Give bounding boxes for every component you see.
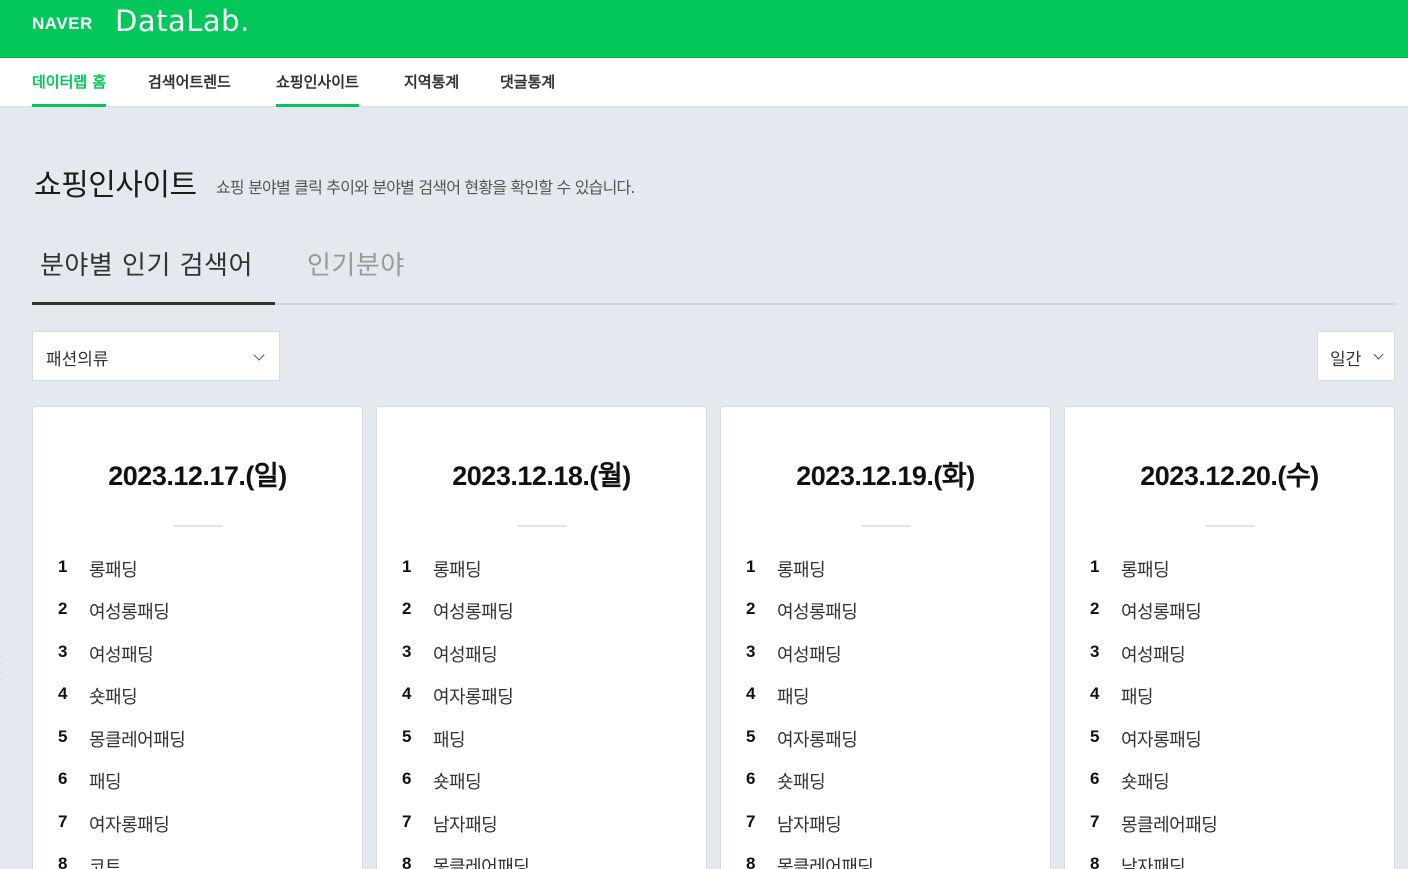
rank-keyword[interactable]: 여성롱패딩 <box>433 598 514 624</box>
rank-number: 6 <box>1090 769 1100 788</box>
rank-number: 2 <box>746 599 756 618</box>
rank-number: 1 <box>402 557 412 576</box>
rank-number: 1 <box>746 557 756 576</box>
rank-keyword[interactable]: 롱패딩 <box>433 556 482 582</box>
period-select-value: 일간 <box>1330 350 1362 370</box>
rank-keyword[interactable]: 숏패딩 <box>89 683 138 709</box>
rank-keyword[interactable]: 코트 <box>89 853 122 869</box>
rank-number: 7 <box>746 812 756 831</box>
main-nav: 데이터랩 홈 검색어트렌드 쇼핑인사이트 지역통계 댓글통계 <box>0 58 1408 107</box>
rank-number: 8 <box>746 854 756 869</box>
rank-keyword[interactable]: 여성롱패딩 <box>89 598 170 624</box>
card-divider <box>861 525 911 527</box>
category-select-value: 패션의류 <box>46 350 109 370</box>
rank-number: 6 <box>58 769 68 788</box>
period-select[interactable]: 일간 <box>1317 331 1395 381</box>
page-description: 쇼핑 분야별 클릭 추이와 분야별 검색어 현황을 확인할 수 있습니다. <box>216 178 636 197</box>
rank-number: 8 <box>402 854 412 869</box>
rank-number: 2 <box>58 599 68 618</box>
chevron-down-icon <box>253 349 265 361</box>
datalab-logo[interactable]: DataLab. <box>115 4 250 38</box>
card-date: 2023.12.18.(월) <box>452 461 631 491</box>
rank-keyword[interactable]: 여성패딩 <box>433 641 498 667</box>
nav-item-region-stats[interactable]: 지역통계 <box>404 58 459 107</box>
rank-keyword[interactable]: 패딩 <box>1121 683 1154 709</box>
rank-number: 7 <box>58 812 68 831</box>
rank-number: 3 <box>402 642 412 661</box>
rank-keyword[interactable]: 여성패딩 <box>1121 641 1186 667</box>
ranking-card: 2023.12.19.(화) 1 롱패딩 2 여성롱패딩 3 여성패딩 4 패딩 5 여자… <box>720 406 1051 869</box>
rank-number: 3 <box>1090 642 1100 661</box>
rank-number: 5 <box>58 727 68 746</box>
rank-keyword[interactable]: 패딩 <box>433 726 466 752</box>
ranking-card: 2023.12.20.(수) 1 롱패딩 2 여성롱패딩 3 여성패딩 4 패딩 5 여자… <box>1064 406 1395 869</box>
rank-keyword[interactable]: 여성패딩 <box>777 641 842 667</box>
rank-keyword[interactable]: 남자패딩 <box>433 811 498 837</box>
tab-active-indicator <box>32 302 275 305</box>
rank-number: 7 <box>402 812 412 831</box>
rank-number: 5 <box>746 727 756 746</box>
rank-keyword[interactable]: 여성패딩 <box>89 641 154 667</box>
category-select[interactable]: 패션의류 <box>32 331 280 381</box>
rank-keyword[interactable]: 롱패딩 <box>89 556 138 582</box>
rank-keyword[interactable]: 숏패딩 <box>1121 768 1170 794</box>
rank-number: 2 <box>402 599 412 618</box>
rank-number: 2 <box>1090 599 1100 618</box>
page-title: 쇼핑인사이트 <box>34 168 197 203</box>
tab-popular-keywords[interactable]: 분야별 인기 검색어 <box>40 245 253 282</box>
card-date: 2023.12.19.(화) <box>796 461 975 491</box>
rank-keyword[interactable]: 남자패딩 <box>1121 853 1186 869</box>
rank-keyword[interactable]: 여자롱패딩 <box>433 683 514 709</box>
header-bar: NAVER DataLab. <box>0 0 1408 58</box>
rank-keyword[interactable]: 몽클레어패딩 <box>777 853 874 869</box>
rank-number: 4 <box>1090 684 1100 703</box>
rank-number: 5 <box>1090 727 1100 746</box>
nav-item-search-trend[interactable]: 검색어트렌드 <box>148 58 231 107</box>
rank-number: 8 <box>58 854 68 869</box>
rank-keyword[interactable]: 몽클레어패딩 <box>433 853 530 869</box>
rank-keyword[interactable]: 여성롱패딩 <box>777 598 858 624</box>
nav-item-home[interactable]: 데이터랩 홈 <box>32 58 107 107</box>
rank-keyword[interactable]: 몽클레어패딩 <box>89 726 186 752</box>
tab-popular-categories[interactable]: 인기분야 <box>307 245 405 282</box>
rank-number: 4 <box>58 684 68 703</box>
naver-logo[interactable]: NAVER <box>32 14 93 34</box>
card-date: 2023.12.17.(일) <box>108 461 287 491</box>
rank-number: 8 <box>1090 854 1100 869</box>
card-divider <box>517 525 567 527</box>
nav-item-comment-stats[interactable]: 댓글통계 <box>500 58 555 107</box>
rank-number: 5 <box>402 727 412 746</box>
rank-number: 6 <box>402 769 412 788</box>
rank-keyword[interactable]: 롱패딩 <box>1121 556 1170 582</box>
rank-number: 7 <box>1090 812 1100 831</box>
rank-keyword[interactable]: 여성롱패딩 <box>1121 598 1202 624</box>
rank-number: 1 <box>1090 557 1100 576</box>
rank-number: 4 <box>402 684 412 703</box>
rank-keyword[interactable]: 여자롱패딩 <box>1121 726 1202 752</box>
rank-keyword[interactable]: 남자패딩 <box>777 811 842 837</box>
rank-number: 3 <box>58 642 68 661</box>
rank-keyword[interactable]: 롱패딩 <box>777 556 826 582</box>
rank-keyword[interactable]: 숏패딩 <box>433 768 482 794</box>
nav-item-shopping-insight[interactable]: 쇼핑인사이트 <box>276 58 359 107</box>
rank-keyword[interactable]: 여자롱패딩 <box>89 811 170 837</box>
rank-number: 3 <box>746 642 756 661</box>
rank-keyword[interactable]: 숏패딩 <box>777 768 826 794</box>
ranking-card: 2023.12.18.(월) 1 롱패딩 2 여성롱패딩 3 여성패딩 4 여자롱패딩 … <box>376 406 707 869</box>
rank-number: 1 <box>58 557 68 576</box>
chevron-down-icon <box>1373 349 1384 360</box>
ranking-card: 2023.12.17.(일) 1 롱패딩 2 여성롱패딩 3 여성패딩 4 숏패딩 5 몽… <box>32 406 363 869</box>
rank-number: 6 <box>746 769 756 788</box>
rank-keyword[interactable]: 패딩 <box>777 683 810 709</box>
rank-number: 4 <box>746 684 756 703</box>
card-date: 2023.12.20.(수) <box>1140 461 1319 491</box>
card-divider <box>173 525 223 527</box>
chevron-left-icon[interactable] <box>0 656 12 680</box>
card-divider <box>1205 525 1255 527</box>
rank-keyword[interactable]: 패딩 <box>89 768 122 794</box>
rank-keyword[interactable]: 몽클레어패딩 <box>1121 811 1218 837</box>
rank-keyword[interactable]: 여자롱패딩 <box>777 726 858 752</box>
